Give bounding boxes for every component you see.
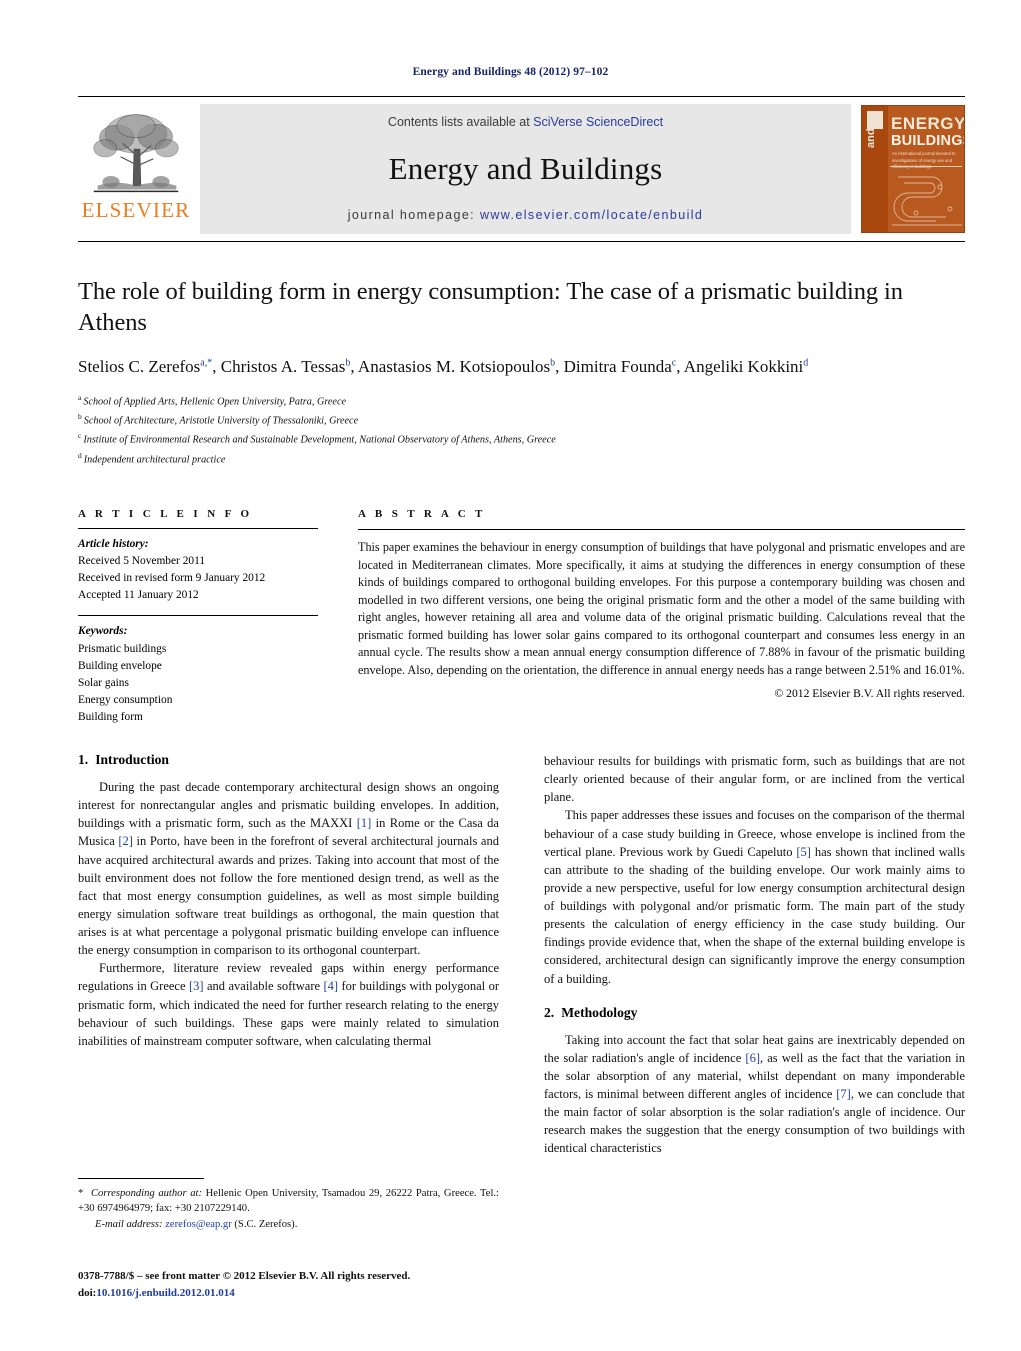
keyword-item: Building envelope <box>78 659 162 672</box>
article-info-heading: A R T I C L E I N F O <box>78 508 253 520</box>
author-list: Stelios C. Zerefosa,*, Christos A. Tessa… <box>78 356 809 376</box>
paragraph-continued: behaviour results for buildings with pri… <box>544 754 965 805</box>
doi-link[interactable]: 10.1016/j.enbuild.2012.01.014 <box>96 1287 234 1299</box>
affiliation-text: Institute of Environmental Research and … <box>83 434 556 446</box>
cover-buildings-text: BUILDINGS <box>891 133 965 149</box>
journal-homepage-link[interactable]: www.elsevier.com/locate/enbuild <box>480 208 703 222</box>
column-gutter <box>318 508 358 726</box>
affiliation-item: c Institute of Environmental Research and… <box>78 430 965 449</box>
paragraph: During the past decade contemporary arch… <box>78 780 499 958</box>
elsevier-logo: ELSEVIER <box>78 97 194 241</box>
page-title: The role of building form in energy cons… <box>78 278 903 337</box>
contents-list-line: Contents lists available at SciVerse Sci… <box>388 115 663 129</box>
divider <box>78 528 318 529</box>
journal-homepage-line: journal homepage: www.elsevier.com/locat… <box>348 208 704 222</box>
keyword-item: Solar gains <box>78 676 129 689</box>
section-heading-methodology: 2. Methodology <box>544 1005 965 1021</box>
contents-prefix: Contents lists available at <box>387 115 530 129</box>
cover-divider <box>890 166 962 167</box>
article-history-item: Accepted 11 January 2012 <box>78 589 199 602</box>
paragraph: Furthermore, literature review revealed … <box>78 961 499 1048</box>
journal-cover-thumbnail: and ENERGY BUILDINGS An international jo… <box>861 105 965 233</box>
affiliation-item: a School of Applied Arts, Hellenic Open U… <box>78 392 965 411</box>
journal-title: Energy and Buildings <box>388 150 663 186</box>
journal-article-page: Energy and Buildings 48 (2012) 97–102 EL… <box>0 0 1021 1351</box>
article-info-column: A R T I C L E I N F O Article history: R… <box>78 508 318 726</box>
affiliation-item: d Independent architectural practice <box>78 450 965 469</box>
email-note: E-mail address: zerefos@eap.gr (S.C. Zer… <box>95 1219 298 1231</box>
info-abstract-row: A R T I C L E I N F O Article history: R… <box>78 508 965 726</box>
abstract-text: This paper examines the behaviour in ene… <box>358 540 965 677</box>
section-heading-introduction: 1. Introduction <box>78 752 499 768</box>
cover-floorplan-diagram-icon <box>892 176 962 226</box>
cover-subtitle: An international journal devoted to inve… <box>892 151 956 169</box>
cover-elsevier-mark-icon <box>867 111 883 129</box>
keyword-item: Prismatic buildings <box>78 642 167 655</box>
affiliation-marker: b <box>78 412 82 422</box>
divider <box>78 615 318 617</box>
corresponding-author-note: * Corresponding author at: Hellenic Open… <box>78 1188 499 1215</box>
issn-line: 0378-7788/$ – see front matter © 2012 El… <box>78 1270 411 1282</box>
homepage-prefix: journal homepage: <box>347 208 476 222</box>
affiliation-marker: d <box>78 450 82 460</box>
section-title: Methodology <box>561 1004 638 1020</box>
section-title: Introduction <box>95 752 169 767</box>
sciencedirect-link[interactable]: SciVerse ScienceDirect <box>533 115 663 129</box>
article-history-item: Received in revised form 9 January 2012 <box>78 572 266 585</box>
keyword-item: Building form <box>78 710 143 723</box>
affiliation-marker: c <box>78 431 82 441</box>
elsevier-tree-icon <box>93 114 179 193</box>
elsevier-wordmark: ELSEVIER <box>81 198 191 222</box>
doi-line: doi:10.1016/j.enbuild.2012.01.014 <box>78 1285 508 1302</box>
article-history-label: Article history: <box>78 538 149 550</box>
journal-band: Contents lists available at SciVerse Sci… <box>200 104 851 234</box>
affiliation-item: b School of Architecture, Aristotle Unive… <box>78 411 965 430</box>
affiliation-marker: a <box>78 392 82 402</box>
abstract-column: A B S T R A C T This paper examines the … <box>358 508 965 726</box>
paragraph: This paper addresses these issues and fo… <box>544 808 965 986</box>
affiliation-text: School of Applied Arts, Hellenic Open Un… <box>83 396 346 408</box>
imprint-block: 0378-7788/$ – see front matter © 2012 El… <box>78 1268 508 1301</box>
title-block: The role of building form in energy cons… <box>78 276 965 469</box>
cover-energy-text: ENERGY <box>891 114 965 133</box>
abstract-heading: A B S T R A C T <box>358 508 486 520</box>
footnote-divider <box>78 1178 204 1179</box>
affiliation-text: Independent architectural practice <box>83 453 226 465</box>
section-number: 2. <box>544 1004 555 1020</box>
running-head: Energy and Buildings 48 (2012) 97–102 <box>412 66 609 78</box>
journal-masthead: ELSEVIER Contents lists available at Sci… <box>78 96 965 242</box>
paragraph: Taking into account the fact that solar … <box>544 1032 966 1156</box>
affiliation-text: School of Architecture, Aristotle Univer… <box>83 415 359 427</box>
section-number: 1. <box>78 752 89 767</box>
doi-prefix: doi: <box>78 1286 97 1299</box>
copyright-line: © 2012 Elsevier B.V. All rights reserved… <box>774 686 965 700</box>
footnote-block: * Corresponding author at: Hellenic Open… <box>78 1178 499 1232</box>
keywords-label: Keywords: <box>78 625 128 638</box>
article-history-item: Received 5 November 2011 <box>78 555 206 568</box>
column-gutter <box>499 752 544 1272</box>
right-column: behaviour results for buildings with pri… <box>544 752 965 1272</box>
divider <box>358 529 965 530</box>
affiliation-list: a School of Applied Arts, Hellenic Open U… <box>78 392 965 469</box>
keyword-item: Energy consumption <box>78 693 173 706</box>
cover-and-text: and <box>865 128 877 148</box>
